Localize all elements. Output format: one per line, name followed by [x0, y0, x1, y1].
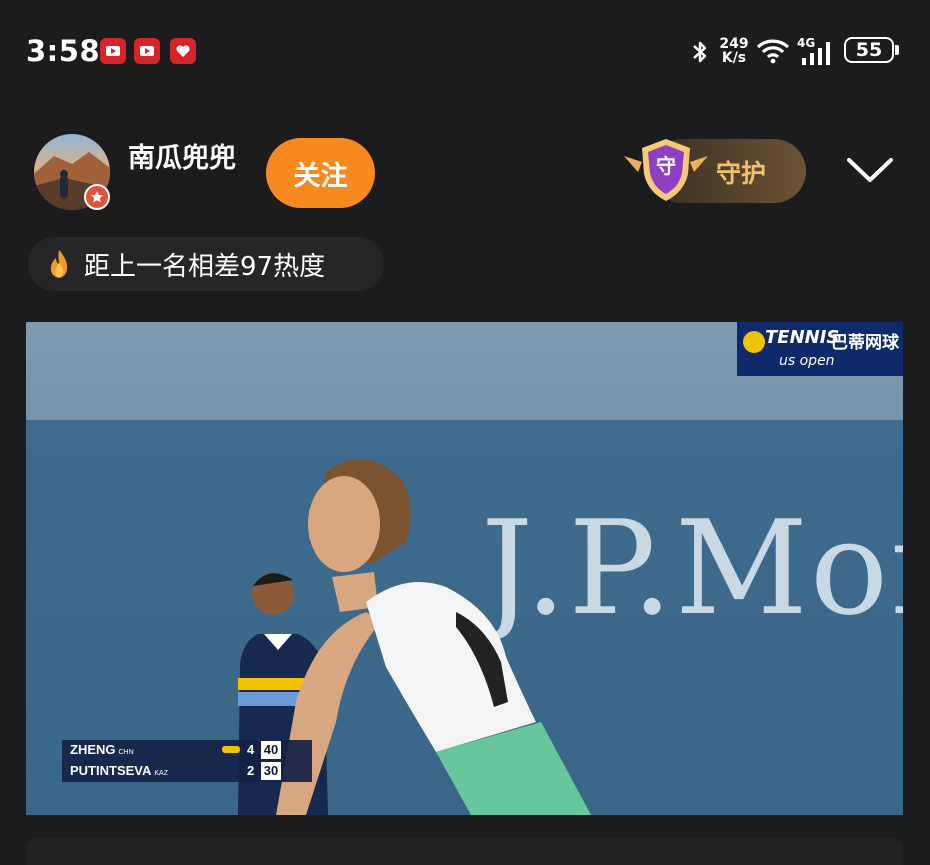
video-app-notification-icon [100, 38, 126, 64]
username[interactable]: 南瓜兜兜 [128, 136, 236, 175]
scoreboard-row: PUTINTSEVA KAZ 2 30 [62, 761, 312, 782]
live-video-player[interactable]: J.P.Mor TENNIS 巴蒂网球 us open ZHENGCHN 4 4… [26, 322, 903, 815]
video-app-notification-icon [134, 38, 160, 64]
heat-rank-pill[interactable]: 距上一名相差97热度 [28, 237, 384, 291]
status-bar: 3:58 249 K/s 4G 55 [0, 0, 930, 100]
player-name: PUTINTSEVA KAZ [70, 763, 169, 778]
battery-indicator: 55 [844, 37, 894, 63]
player-games: 4 [247, 742, 255, 757]
broadcast-brand-cn: 巴蒂网球 [831, 333, 899, 353]
player-games: 2 [247, 763, 255, 778]
player-points: 30 [261, 762, 281, 780]
player-name: ZHENG CHN [70, 742, 134, 757]
follow-button[interactable]: 关注 [266, 138, 375, 208]
wifi-icon [756, 39, 790, 64]
player-points: 40 [261, 741, 281, 759]
next-card-edge [26, 838, 903, 865]
tennis-ball-icon [743, 331, 765, 353]
scoreboard: ZHENG CHN 4 40 PUTINTSEVA KAZ 2 30 [62, 740, 312, 782]
heat-gap-text: 距上一名相差97热度 [84, 251, 326, 282]
broadcast-brand: TENNIS [765, 327, 840, 348]
broadcast-event: us open [779, 353, 835, 369]
guard-label: 守护 [716, 159, 767, 188]
guard-shield-char: 守 [656, 154, 676, 178]
status-time: 3:58 [26, 34, 101, 68]
user-level-badge-icon [84, 184, 110, 210]
scoreboard-row: ZHENG CHN 4 40 [62, 740, 312, 761]
battery-nub [895, 45, 899, 55]
bluetooth-icon [693, 41, 707, 63]
serving-indicator-icon [222, 746, 240, 753]
chevron-down-icon[interactable] [845, 152, 895, 188]
tennis-player-figure [276, 459, 591, 815]
heart-app-notification-icon [170, 38, 196, 64]
network-speed: 249 K/s [719, 36, 749, 66]
fire-icon [50, 250, 68, 278]
cellular-signal-icon [802, 42, 830, 65]
broadcast-logo: TENNIS 巴蒂网球 us open [737, 322, 903, 376]
